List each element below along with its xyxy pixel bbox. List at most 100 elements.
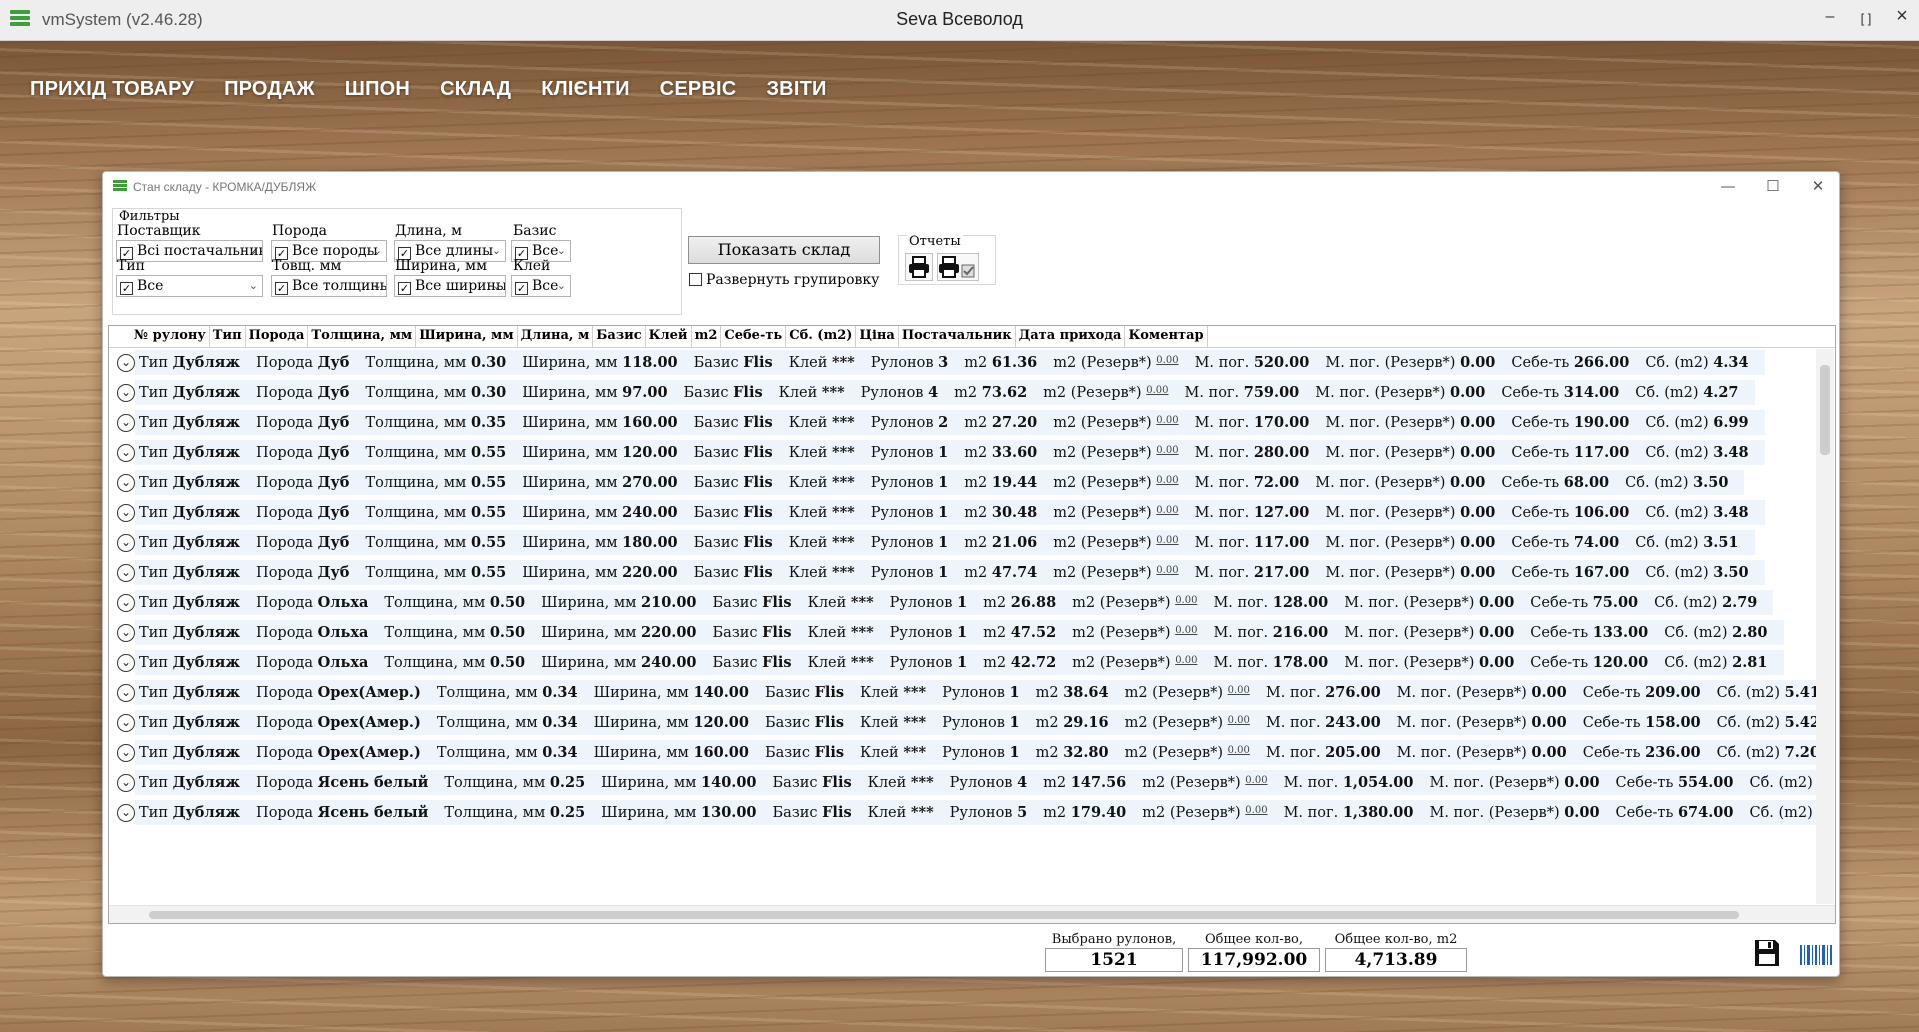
- field-value[interactable]: 0.00: [1156, 535, 1178, 546]
- column-header[interactable]: Коментар: [1125, 326, 1208, 347]
- field-label: М. пог. (Резерв*): [1325, 535, 1456, 551]
- field-value[interactable]: 0.00: [1156, 445, 1178, 456]
- nav-incoming[interactable]: ПРИХІД ТОВАРУ: [30, 78, 194, 101]
- chevron-down-icon[interactable]: ⌄: [117, 774, 135, 792]
- chevron-down-icon[interactable]: ⌄: [117, 444, 135, 462]
- window-close-button[interactable]: ✕: [1808, 177, 1828, 195]
- group-field-type: Тип Дубляж: [139, 744, 240, 761]
- column-header[interactable]: Порода: [246, 326, 309, 347]
- field-value[interactable]: 0.00: [1175, 595, 1197, 606]
- type-label: Тип: [117, 258, 145, 274]
- field-value[interactable]: 0.00: [1156, 475, 1178, 486]
- horizontal-scroll-thumb[interactable]: [149, 911, 1739, 919]
- print-check-report-button[interactable]: [937, 253, 979, 281]
- group-row[interactable]: ⌄ Тип Дубляж Порода Дуб Толщина, мм 0.30 Шир…: [109, 350, 1817, 380]
- field-value[interactable]: 0.00: [1228, 715, 1250, 726]
- field-value: 205.00: [1325, 744, 1381, 761]
- chevron-down-icon[interactable]: ⌄: [117, 624, 135, 642]
- group-row[interactable]: ⌄ Тип Дубляж Порода Дуб Толщина, мм 0.55 Шир…: [109, 530, 1817, 560]
- field-value[interactable]: 0.00: [1245, 805, 1267, 816]
- show-warehouse-button[interactable]: Показать склад: [688, 236, 880, 264]
- chevron-down-icon[interactable]: ⌄: [117, 504, 135, 522]
- nav-reports[interactable]: ЗВІТИ: [766, 78, 826, 101]
- chevron-down-icon[interactable]: ⌄: [117, 714, 135, 732]
- column-header[interactable]: m2: [692, 326, 722, 347]
- close-button[interactable]: ×: [1890, 5, 1914, 28]
- group-row[interactable]: ⌄ Тип Дубляж Порода Дуб Толщина, мм 0.55 Шир…: [109, 440, 1817, 470]
- minimize-button[interactable]: –: [1818, 8, 1842, 26]
- field-value[interactable]: 0.00: [1156, 355, 1178, 366]
- column-header[interactable]: Тип: [210, 326, 246, 347]
- field-value[interactable]: 0.00: [1156, 415, 1178, 426]
- chevron-down-icon[interactable]: ⌄: [117, 564, 135, 582]
- column-header[interactable]: Постачальник: [899, 326, 1016, 347]
- horizontal-scrollbar[interactable]: [109, 905, 1835, 923]
- chevron-down-icon[interactable]: ⌄: [117, 684, 135, 702]
- group-row[interactable]: ⌄ Тип Дубляж Порода Дуб Толщина, мм 0.55 Шир…: [109, 500, 1817, 530]
- group-row[interactable]: ⌄ Тип Дубляж Порода Ясень белый Толщина, мм…: [109, 770, 1817, 800]
- stock-grid: № рулону Тип Порода Толщина, мм Ширина, мм Дл…: [108, 325, 1836, 924]
- column-header[interactable]: Базис: [593, 326, 646, 347]
- nav-veneer[interactable]: ШПОН: [345, 78, 410, 101]
- thickness-select[interactable]: ✓ Все толщины ⌄: [271, 275, 387, 297]
- group-row[interactable]: ⌄ Тип Дубляж Порода Орех(Амер.) Толщина, мм…: [109, 740, 1817, 770]
- chevron-down-icon[interactable]: ⌄: [117, 654, 135, 672]
- column-header[interactable]: № рулону: [131, 326, 210, 347]
- group-row[interactable]: ⌄ Тип Дубляж Порода Ольха Толщина, мм 0.50 Ш…: [109, 590, 1817, 620]
- barcode-icon[interactable]: [1799, 944, 1833, 966]
- nav-sales[interactable]: ПРОДАЖ: [224, 78, 315, 101]
- chevron-down-icon[interactable]: ⌄: [117, 414, 135, 432]
- chevron-down-icon[interactable]: ⌄: [117, 594, 135, 612]
- group-row[interactable]: ⌄ Тип Дубляж Порода Орех(Амер.) Толщина, мм…: [109, 710, 1817, 740]
- column-header[interactable]: Дата прихода: [1016, 326, 1126, 347]
- field-value[interactable]: 0.00: [1156, 505, 1178, 516]
- column-header[interactable]: Себе-ть: [721, 326, 787, 347]
- column-header[interactable]: Длина, м: [518, 326, 594, 347]
- vertical-scroll-thumb[interactable]: [1820, 365, 1830, 455]
- column-header[interactable]: Толщина, мм: [308, 326, 417, 347]
- field-value[interactable]: 0.00: [1228, 745, 1250, 756]
- group-row[interactable]: ⌄ Тип Дубляж Порода Ольха Толщина, мм 0.50 Ш…: [109, 650, 1817, 680]
- field-value[interactable]: 0.00: [1146, 385, 1168, 396]
- group-row[interactable]: ⌄ Тип Дубляж Порода Дуб Толщина, мм 0.30 Шир…: [109, 380, 1817, 410]
- field-value[interactable]: 0.00: [1245, 775, 1267, 786]
- column-header[interactable]: Ширина, мм: [416, 326, 518, 347]
- column-header[interactable]: Клей: [646, 326, 692, 347]
- group-row[interactable]: ⌄ Тип Дубляж Порода Ольха Толщина, мм 0.50 Ш…: [109, 620, 1817, 650]
- field-value: 120.00: [1592, 654, 1649, 671]
- chevron-down-icon[interactable]: ⌄: [117, 534, 135, 552]
- field-value[interactable]: 0.00: [1175, 625, 1197, 636]
- chevron-down-icon[interactable]: ⌄: [117, 474, 135, 492]
- maximize-button[interactable]: [ ]: [1854, 11, 1878, 26]
- field-value[interactable]: 0.00: [1175, 655, 1197, 666]
- chevron-down-icon[interactable]: ⌄: [117, 804, 135, 822]
- group-row[interactable]: ⌄ Тип Дубляж Порода Дуб Толщина, мм 0.35 Шир…: [109, 410, 1817, 440]
- field-value: 127.00: [1253, 504, 1310, 521]
- chevron-down-icon[interactable]: ⌄: [117, 744, 135, 762]
- width-select[interactable]: ✓ Все ширины ⌄: [394, 275, 506, 297]
- group-field-cost: Себе-ть 74.00: [1511, 534, 1619, 551]
- window-maximize-button[interactable]: ☐: [1763, 177, 1783, 195]
- group-row[interactable]: ⌄ Тип Дубляж Порода Ясень белый Толщина, мм…: [109, 800, 1817, 830]
- type-select[interactable]: ✓ Все ⌄: [116, 275, 263, 297]
- nav-service[interactable]: СЕРВІС: [660, 78, 737, 101]
- field-value[interactable]: 0.00: [1228, 685, 1250, 696]
- nav-warehouse[interactable]: СКЛАД: [440, 78, 511, 101]
- chevron-down-icon[interactable]: ⌄: [117, 354, 135, 372]
- field-value[interactable]: 0.00: [1156, 565, 1178, 576]
- column-header[interactable]: Ціна: [856, 326, 899, 347]
- group-row[interactable]: ⌄ Тип Дубляж Порода Орех(Амер.) Толщина, мм…: [109, 680, 1817, 710]
- group-row[interactable]: ⌄ Тип Дубляж Порода Дуб Толщина, мм 0.55 Шир…: [109, 560, 1817, 590]
- column-header[interactable]: Сб. (m2): [786, 326, 857, 347]
- group-row[interactable]: ⌄ Тип Дубляж Порода Дуб Толщина, мм 0.55 Шир…: [109, 470, 1817, 500]
- chevron-down-icon[interactable]: ⌄: [117, 384, 135, 402]
- glue-select[interactable]: ✓ Все ⌄: [511, 275, 571, 297]
- save-icon[interactable]: [1753, 938, 1781, 968]
- group-field-basis: Базис Flis: [765, 684, 844, 701]
- nav-clients[interactable]: КЛІЄНТИ: [541, 78, 629, 101]
- vertical-scrollbar[interactable]: [1816, 349, 1834, 904]
- field-label: Клей: [778, 385, 818, 401]
- expand-grouping-checkbox[interactable]: Развернуть групировку: [689, 272, 879, 288]
- print-report-button[interactable]: [905, 253, 933, 281]
- window-minimize-button[interactable]: —: [1718, 177, 1738, 195]
